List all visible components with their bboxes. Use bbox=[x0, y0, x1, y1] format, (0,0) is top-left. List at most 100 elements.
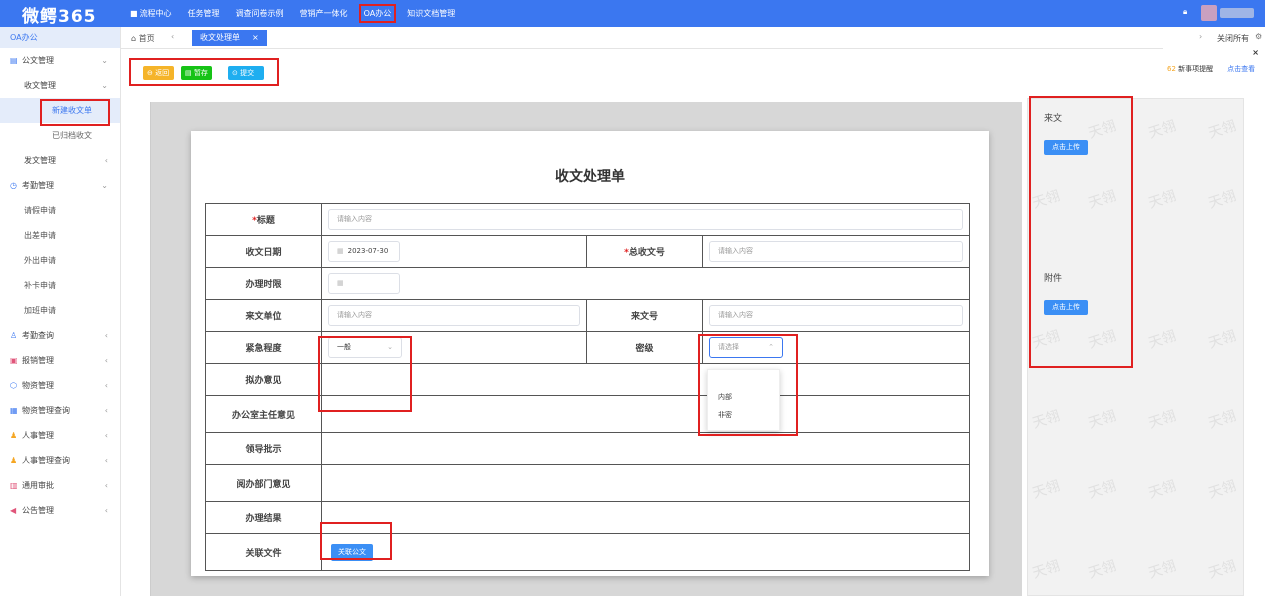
close-icon[interactable]: × bbox=[252, 33, 259, 42]
result-field[interactable] bbox=[321, 501, 970, 534]
subject-input[interactable]: 请输入内容 bbox=[328, 209, 963, 230]
sidebar-item-label: 物资管理 bbox=[22, 381, 54, 390]
form-title: 收文处理单 bbox=[555, 169, 625, 185]
sidebar-item-attendance-query[interactable]: ♙ 考勤查询 ‹ bbox=[0, 323, 120, 348]
watermark: 天翎 bbox=[1206, 328, 1239, 352]
nav-task-management[interactable]: 任务管理 bbox=[188, 8, 220, 19]
nav-survey-demo[interactable]: 调查问卷示例 bbox=[236, 8, 284, 19]
chevron-left-icon: ‹ bbox=[104, 506, 108, 515]
close-all-tabs[interactable]: 关闭所有 bbox=[1217, 33, 1249, 44]
sidebar-item-announcement[interactable]: ◀ 公告管理 ‹ bbox=[0, 498, 120, 523]
watermark: 天翎 bbox=[1030, 328, 1063, 352]
watermark: 天翎 bbox=[1086, 478, 1119, 502]
sidebar-item-label: 物资管理查询 bbox=[22, 406, 70, 415]
chevron-left-icon: ‹ bbox=[104, 156, 108, 165]
money-icon: ▣ bbox=[10, 356, 18, 365]
sidebar-item-new-incoming[interactable]: 新建收文单 bbox=[0, 98, 120, 123]
nav-label: 流程中心 bbox=[139, 9, 172, 18]
office-director-opinion-field[interactable] bbox=[321, 395, 970, 433]
sidebar-item-document-management[interactable]: ▤ 公文管理 ⌄ bbox=[0, 48, 120, 73]
label-leader-instruction: 领导批示 bbox=[205, 432, 322, 465]
sidebar-item-materials[interactable]: ⬡ 物资管理 ‹ bbox=[0, 373, 120, 398]
doc-number-input[interactable]: 请输入内容 bbox=[709, 305, 963, 326]
upload-incoming-button[interactable]: 点击上传 bbox=[1044, 140, 1088, 155]
sidebar-item-label: 公告管理 bbox=[22, 506, 54, 515]
urgency-value: 一般 bbox=[337, 343, 351, 351]
sidebar-item-label: 人事管理 bbox=[22, 431, 54, 440]
sidebar-item-label: 收文管理 bbox=[24, 81, 56, 90]
label-text: 总收文号 bbox=[628, 248, 665, 258]
sidebar-item-business-trip[interactable]: 出差申请 bbox=[0, 223, 120, 248]
label-subject: *标题 bbox=[205, 203, 322, 236]
nav-knowledge-docs[interactable]: 知识文档管理 bbox=[407, 8, 455, 19]
sidebar-item-materials-query[interactable]: ▦ 物资管理查询 ‹ bbox=[0, 398, 120, 423]
sidebar-item-attendance-management[interactable]: ◷ 考勤管理 ⌄ bbox=[0, 173, 120, 198]
tab-incoming-form[interactable]: 收文处理单 × bbox=[192, 30, 267, 46]
sidebar-item-incoming-management[interactable]: 收文管理 ⌄ bbox=[0, 73, 120, 98]
attachment-title: 附件 bbox=[1044, 274, 1063, 284]
close-icon[interactable]: × bbox=[1252, 48, 1259, 57]
watermark: 天翎 bbox=[1146, 118, 1179, 142]
list-icon: ▦ bbox=[10, 406, 18, 415]
deadline-input[interactable]: ▦ bbox=[328, 273, 400, 294]
sidebar-item-label: 通用审批 bbox=[22, 481, 54, 490]
nav-marketing[interactable]: 营销产一体化 bbox=[300, 8, 348, 19]
sidebar-item-overtime[interactable]: 加班申请 bbox=[0, 298, 120, 323]
sender-unit-input[interactable]: 请输入内容 bbox=[328, 305, 580, 326]
label-receive-date: 收文日期 bbox=[205, 235, 322, 268]
label-secrecy: 密级 bbox=[586, 331, 703, 364]
receive-date-input[interactable]: ▦ 2023-07-30 bbox=[328, 241, 400, 262]
avatar[interactable] bbox=[1201, 5, 1217, 21]
sidebar-item-outgoing-management[interactable]: 发文管理 ‹ bbox=[0, 148, 120, 173]
save-draft-button[interactable]: ▤ 暂存 bbox=[181, 66, 212, 80]
tab-scroll-right-icon[interactable]: › bbox=[1199, 32, 1202, 41]
sidebar-item-card-makeup[interactable]: 补卡申请 bbox=[0, 273, 120, 298]
sidebar-item-general-approval[interactable]: ▥ 通用审批 ‹ bbox=[0, 473, 120, 498]
tab-scroll-left-icon[interactable]: ‹ bbox=[171, 32, 174, 41]
gear-icon[interactable]: ⚙ bbox=[1255, 32, 1262, 41]
secrecy-option-empty[interactable] bbox=[708, 370, 779, 388]
date-value: 2023-07-30 bbox=[347, 247, 389, 255]
link-document-button[interactable]: 关联公文 bbox=[331, 543, 373, 561]
nav-oa-office[interactable]: OA办公 bbox=[358, 4, 397, 23]
tab-home-label: 首页 bbox=[138, 34, 155, 43]
watermark: 天翎 bbox=[1086, 188, 1119, 212]
secrecy-option-non-secret[interactable]: 非密 bbox=[708, 406, 779, 424]
calendar-icon: ▦ bbox=[337, 247, 344, 255]
tab-home[interactable]: ⌂ 首页 bbox=[131, 33, 155, 44]
submit-button[interactable]: ⊙ 提交 bbox=[228, 66, 264, 80]
sidebar-item-hr[interactable]: ♟ 人事管理 ‹ bbox=[0, 423, 120, 448]
secrecy-placeholder: 请选择 bbox=[718, 343, 739, 351]
home-icon: ⌂ bbox=[131, 34, 137, 43]
sidebar-item-archived-incoming[interactable]: 已归档收文 bbox=[0, 123, 120, 148]
watermark: 天翎 bbox=[1086, 328, 1119, 352]
back-button[interactable]: ⊖ 返回 bbox=[143, 66, 174, 80]
total-number-input[interactable]: 请输入内容 bbox=[709, 241, 963, 262]
leader-instruction-field[interactable] bbox=[321, 432, 970, 465]
sidebar-item-reimbursement[interactable]: ▣ 报销管理 ‹ bbox=[0, 348, 120, 373]
label-draft-opinion: 拟办意见 bbox=[205, 363, 322, 396]
incoming-document-form: *标题 请输入内容 收文日期 ▦ 2023-07-30 *总收文号 请输入内容 办… bbox=[205, 203, 970, 571]
sidebar-item-leave-request[interactable]: 请假申请 bbox=[0, 198, 120, 223]
label-doc-number: 来文号 bbox=[586, 299, 703, 332]
sidebar-item-outing-request[interactable]: 外出申请 bbox=[0, 248, 120, 273]
upload-attachment-button[interactable]: 点击上传 bbox=[1044, 300, 1088, 315]
urgency-select[interactable]: 一般 ⌄ bbox=[328, 337, 402, 358]
user-name-blurred[interactable] bbox=[1220, 8, 1254, 18]
lock-icon[interactable]: 🔒︎ bbox=[1183, 7, 1187, 17]
nav-process-center[interactable]: ■ 流程中心 bbox=[130, 8, 172, 19]
draft-opinion-field[interactable] bbox=[321, 363, 970, 396]
sidebar-item-label: 考勤管理 bbox=[22, 181, 54, 190]
notification-link[interactable]: 点击查看 bbox=[1227, 65, 1255, 73]
secrecy-option-internal[interactable]: 内部 bbox=[708, 388, 779, 406]
sidebar-item-hr-query[interactable]: ♟ 人事管理查询 ‹ bbox=[0, 448, 120, 473]
watermark: 天翎 bbox=[1146, 328, 1179, 352]
secrecy-dropdown: 内部 非密 bbox=[707, 369, 780, 431]
secrecy-select[interactable]: 请选择 ⌃ bbox=[709, 337, 783, 358]
watermark: 天翎 bbox=[1146, 188, 1179, 212]
grid-icon: ■ bbox=[130, 9, 138, 18]
reader-dept-opinion-field[interactable] bbox=[321, 464, 970, 502]
label-reader-dept-opinion: 阅办部门意见 bbox=[205, 464, 322, 502]
watermark: 天翎 bbox=[1086, 408, 1119, 432]
watermark: 天翎 bbox=[1146, 408, 1179, 432]
